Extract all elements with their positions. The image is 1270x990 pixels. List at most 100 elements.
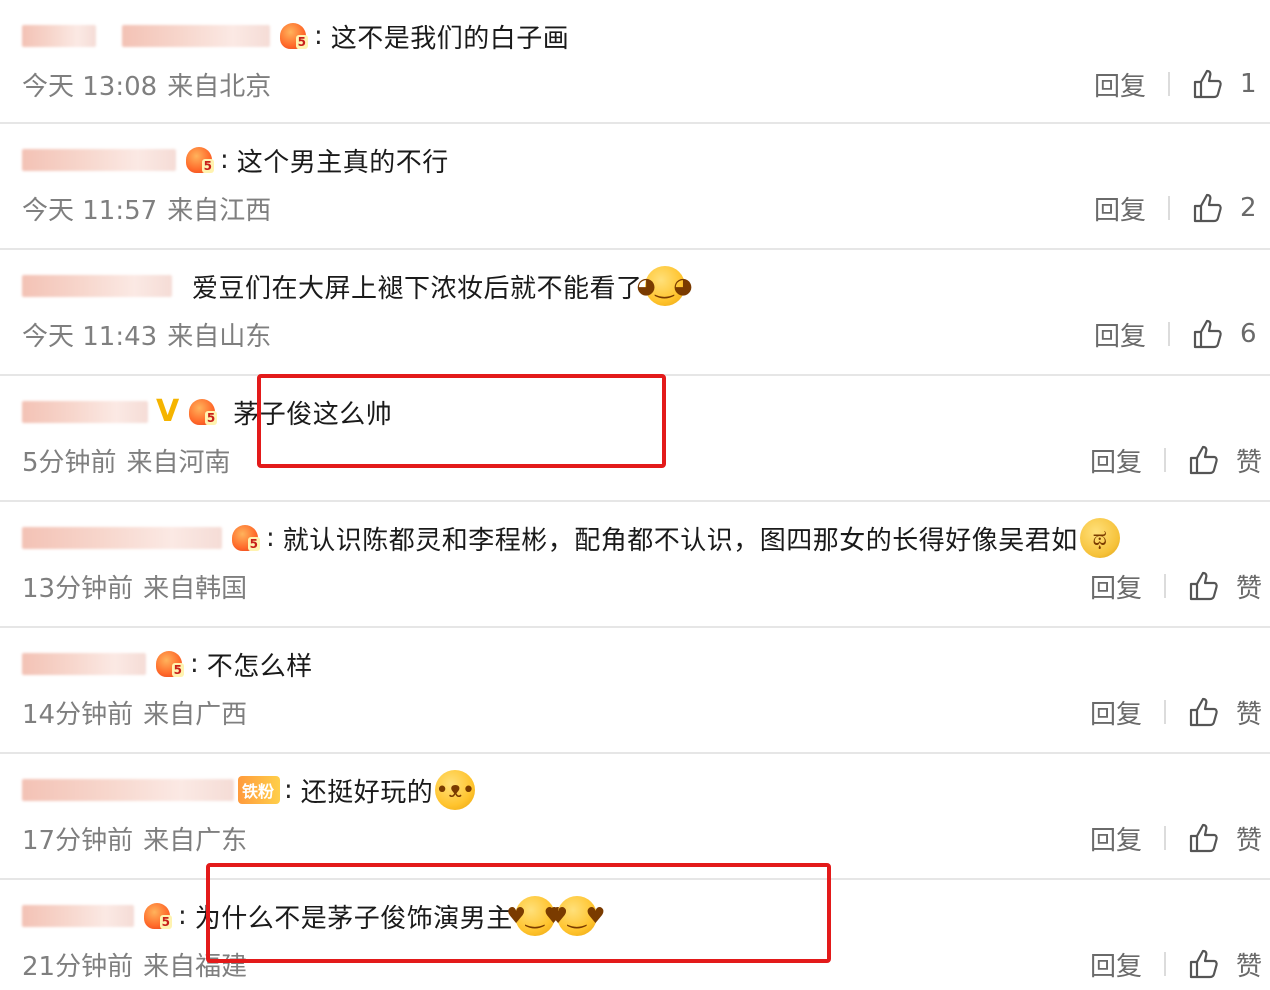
comment-actions: 回复 赞 bbox=[1090, 694, 1262, 730]
thumbs-up-icon[interactable] bbox=[1192, 318, 1224, 350]
thumbs-up-icon[interactable] bbox=[1188, 570, 1220, 602]
comment-location: 来自江西 bbox=[167, 196, 272, 226]
like-count: 6 bbox=[1240, 319, 1257, 349]
fan-badge-icon: 5 bbox=[228, 522, 262, 554]
reply-button[interactable]: 回复 bbox=[1094, 316, 1146, 353]
comment-time: 21分钟前 bbox=[22, 952, 134, 982]
username-blurred[interactable] bbox=[122, 25, 270, 47]
comment-location: 来自北京 bbox=[167, 72, 272, 102]
comment-time: 今天 11:57 bbox=[22, 196, 158, 226]
username-blurred[interactable] bbox=[22, 149, 176, 171]
verified-v-icon: V bbox=[156, 394, 180, 429]
username-blurred[interactable] bbox=[22, 905, 134, 927]
like-button-label[interactable]: 赞 bbox=[1236, 946, 1262, 983]
comment-meta: 今天 13:08 来自北京 bbox=[22, 66, 271, 103]
thumbs-up-icon[interactable] bbox=[1188, 696, 1220, 728]
reply-button[interactable]: 回复 bbox=[1094, 66, 1146, 103]
comment-meta: 17分钟前 来自广东 bbox=[22, 820, 247, 857]
comment-header: 5 : 就认识陈都灵和李程彬，配角都不认识，图四那女的长得好像吴君如 ಥ bbox=[22, 518, 1120, 558]
like-count: 2 bbox=[1240, 193, 1257, 223]
username-blurred[interactable] bbox=[22, 275, 172, 297]
divider bbox=[1163, 952, 1166, 976]
comment-time: 14分钟前 bbox=[22, 700, 134, 730]
reply-button[interactable]: 回复 bbox=[1094, 190, 1146, 227]
doge-emoji-icon: •ᴥ• bbox=[435, 770, 476, 810]
comment-meta: 14分钟前 来自广西 bbox=[22, 694, 247, 731]
comment-text: 不怎么样 bbox=[206, 651, 313, 682]
comment-text: 爱豆们在大屏上褪下浓妆后就不能看了 bbox=[192, 273, 643, 304]
fan-badge-icon: 5 bbox=[185, 396, 219, 428]
username-blurred[interactable] bbox=[22, 527, 222, 549]
divider bbox=[1168, 72, 1170, 96]
like-button-label[interactable]: 赞 bbox=[1236, 820, 1262, 857]
comment-time: 13分钟前 bbox=[22, 574, 134, 604]
thumbs-up-icon[interactable] bbox=[1188, 444, 1220, 476]
comment-actions: 回复 1 bbox=[1094, 66, 1262, 102]
comment-actions: 回复 赞 bbox=[1090, 820, 1262, 856]
comment-actions: 回复 赞 bbox=[1090, 568, 1262, 604]
comment-meta: 今天 11:57 来自江西 bbox=[22, 190, 271, 227]
divider bbox=[1168, 322, 1170, 346]
comment-actions: 回复 6 bbox=[1094, 316, 1262, 352]
iron-fan-badge: 铁粉 bbox=[238, 776, 281, 804]
comment-item: 5 : 这个男主真的不行 今天 11:57 来自江西 回复 2 bbox=[0, 124, 1270, 250]
comment-time: 17分钟前 bbox=[22, 826, 134, 856]
comment-item: 爱豆们在大屏上褪下浓妆后就不能看了 ◕‿◕ 今天 11:43 来自山东 回复 6 bbox=[0, 250, 1270, 376]
comment-meta: 13分钟前 来自韩国 bbox=[22, 568, 247, 605]
highlight-box bbox=[257, 374, 666, 468]
thumbs-up-icon[interactable] bbox=[1192, 68, 1224, 100]
username-blurred[interactable] bbox=[22, 25, 96, 47]
divider bbox=[1163, 574, 1166, 598]
username-blurred[interactable] bbox=[22, 779, 234, 801]
reply-button[interactable]: 回复 bbox=[1090, 694, 1142, 731]
like-button-label[interactable]: 赞 bbox=[1236, 442, 1262, 479]
comment-time: 今天 11:43 bbox=[22, 322, 158, 352]
comment-item: 5 : 就认识陈都灵和李程彬，配角都不认识，图四那女的长得好像吴君如 ಥ 13分… bbox=[0, 502, 1270, 628]
fan-badge-icon: 5 bbox=[152, 648, 186, 680]
comment-text: 还挺好玩的 bbox=[300, 777, 434, 808]
comment-meta: 今天 11:43 来自山东 bbox=[22, 316, 271, 353]
comment-text: 这不是我们的白子画 bbox=[330, 23, 570, 54]
comment-header: 5 : 这个男主真的不行 bbox=[22, 140, 449, 180]
username-blurred[interactable] bbox=[22, 401, 148, 423]
divider bbox=[1163, 700, 1166, 724]
reply-button[interactable]: 回复 bbox=[1090, 442, 1142, 479]
comment-text: 这个男主真的不行 bbox=[236, 147, 449, 178]
crying-emoji-icon: ಥ bbox=[1079, 518, 1120, 558]
comment-location: 来自韩国 bbox=[143, 574, 248, 604]
comment-header: 铁粉 : 还挺好玩的 •ᴥ• bbox=[22, 770, 476, 810]
thumbs-up-icon[interactable] bbox=[1188, 948, 1220, 980]
comment-actions: 回复 赞 bbox=[1090, 946, 1262, 982]
reply-button[interactable]: 回复 bbox=[1090, 820, 1142, 857]
comment-header: 5 : 这不是我们的白子画 bbox=[22, 16, 569, 56]
fan-badge-icon: 5 bbox=[140, 900, 174, 932]
reply-button[interactable]: 回复 bbox=[1090, 568, 1142, 605]
comment-location: 来自山东 bbox=[167, 322, 272, 352]
highlight-box bbox=[206, 863, 831, 963]
comment-location: 来自广西 bbox=[143, 700, 248, 730]
comment-item: 5 : 不怎么样 14分钟前 来自广西 回复 赞 bbox=[0, 628, 1270, 754]
comment-actions: 回复 赞 bbox=[1090, 442, 1262, 478]
comment-meta: 5分钟前 来自河南 bbox=[22, 442, 231, 479]
divider bbox=[1163, 826, 1166, 850]
comment-header: 5 : 不怎么样 bbox=[22, 644, 313, 684]
like-count: 1 bbox=[1240, 69, 1257, 99]
comment-location: 来自广东 bbox=[143, 826, 248, 856]
fan-badge-icon: 5 bbox=[276, 20, 310, 52]
like-button-label[interactable]: 赞 bbox=[1236, 568, 1262, 605]
laugh-cry-emoji-icon: ◕‿◕ bbox=[636, 266, 693, 306]
divider bbox=[1163, 448, 1166, 472]
comment-time: 今天 13:08 bbox=[22, 72, 158, 102]
fan-badge-icon: 5 bbox=[182, 144, 216, 176]
thumbs-up-icon[interactable] bbox=[1192, 192, 1224, 224]
comment-header: 爱豆们在大屏上褪下浓妆后就不能看了 ◕‿◕ bbox=[22, 266, 693, 306]
reply-button[interactable]: 回复 bbox=[1090, 946, 1142, 983]
comment-text: 就认识陈都灵和李程彬，配角都不认识，图四那女的长得好像吴君如 bbox=[282, 525, 1078, 556]
thumbs-up-icon[interactable] bbox=[1188, 822, 1220, 854]
like-button-label[interactable]: 赞 bbox=[1236, 694, 1262, 731]
comment-location: 来自河南 bbox=[126, 448, 231, 478]
comment-time: 5分钟前 bbox=[22, 448, 117, 478]
comment-list: 5 : 这不是我们的白子画 今天 13:08 来自北京 回复 1 5 : 这个男主… bbox=[0, 0, 1270, 990]
username-blurred[interactable] bbox=[22, 653, 146, 675]
comment-actions: 回复 2 bbox=[1094, 190, 1262, 226]
